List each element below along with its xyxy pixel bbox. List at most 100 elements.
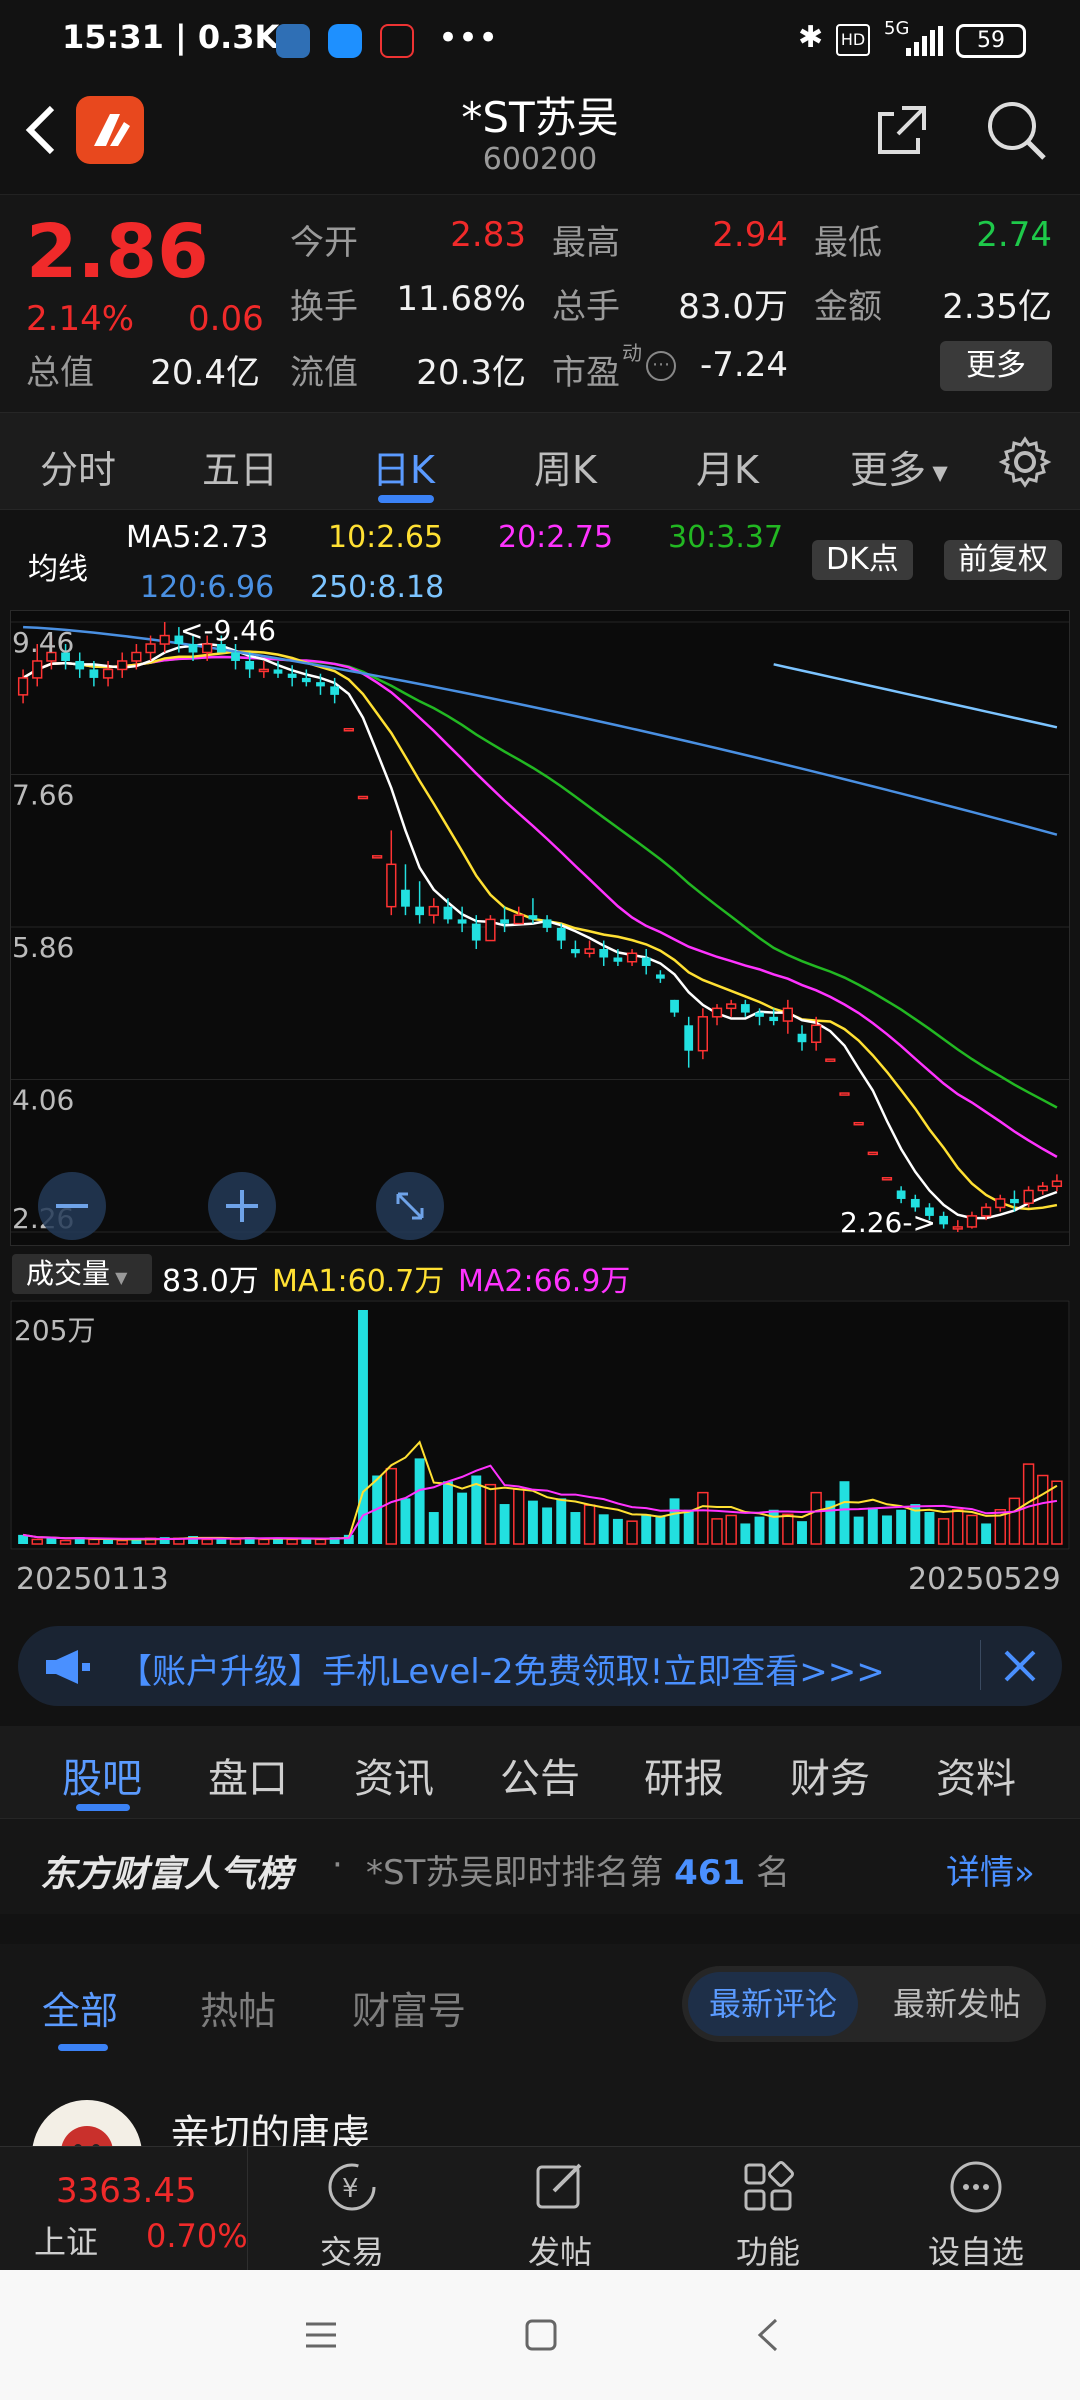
back-nav-icon[interactable] — [756, 2318, 780, 2356]
content-tabs: 股吧 盘口 资讯 公告 研报 财务 资料 — [0, 1726, 1080, 1818]
tab-guba[interactable]: 股吧 — [62, 1746, 142, 1804]
pe-label: 市盈 — [552, 353, 620, 393]
tab-announcements[interactable]: 公告 — [500, 1746, 580, 1804]
sort-latest-comment[interactable]: 最新评论 — [688, 1972, 858, 2036]
volume-bar — [414, 1458, 425, 1544]
total-value-label: 总值 — [26, 353, 94, 393]
candle-body — [528, 915, 538, 920]
candle-body — [584, 948, 595, 955]
tab-research[interactable]: 研报 — [644, 1746, 724, 1804]
candle-body — [966, 1215, 978, 1228]
low-value: 2.74 — [976, 215, 1052, 255]
turnover-value: 11.68% — [396, 279, 526, 319]
avatar[interactable] — [32, 2100, 142, 2146]
candle-body — [571, 949, 580, 954]
volume-label: 总手 — [552, 287, 620, 327]
tab-hot[interactable]: 热帖 — [200, 1980, 276, 2035]
y-tick-label: 4.06 — [12, 1084, 74, 1117]
tab-intraday[interactable]: 分时 — [40, 439, 116, 494]
promo-banner[interactable]: 【账户升级】手机Level-2免费领取!立即查看>>> — [18, 1626, 1062, 1706]
tab-finance[interactable]: 财务 — [790, 1746, 870, 1804]
tab-five-day[interactable]: 五日 — [202, 439, 278, 494]
tab-weekly-k[interactable]: 周K — [534, 439, 597, 494]
total-value: 20.4亿 — [150, 353, 260, 393]
status-bar: 15:31 | 0.3K/s ••• ✱ HD 5G 59 — [0, 0, 1080, 84]
signal-icon — [906, 26, 946, 60]
tab-orderbook[interactable]: 盘口 — [208, 1746, 288, 1804]
tab-more[interactable]: 更多 ▼ — [850, 439, 948, 494]
candle-body — [75, 660, 85, 670]
float-value: 20.3亿 — [416, 353, 526, 393]
volume-bar — [981, 1523, 992, 1544]
candle-body — [896, 1190, 906, 1199]
rank-number: 461 — [674, 1853, 746, 1893]
candle-body — [697, 1016, 709, 1052]
menu-icon[interactable] — [304, 2320, 338, 2354]
volume-chart[interactable]: 205万 — [10, 1300, 1070, 1550]
index-ticker[interactable]: 3363.45 上证 0.70% — [0, 2147, 248, 2271]
dropdown-icon: ▼ — [110, 1268, 128, 1287]
ma5-value: MA5:2.73 — [126, 520, 269, 555]
sort-latest-post[interactable]: 最新发帖 — [872, 1972, 1042, 2036]
candle-body — [428, 905, 439, 916]
post-author[interactable]: 亲切的唐虔 — [170, 2102, 370, 2146]
candle-body — [485, 918, 496, 942]
tab-daily-k[interactable]: 日K — [372, 439, 435, 494]
battery-level: 59 — [977, 28, 1005, 53]
price-adjust-button[interactable]: 前复权 — [944, 540, 1062, 580]
candle-body — [17, 677, 29, 696]
ma-label[interactable]: 均线 — [28, 544, 88, 588]
settings-icon[interactable] — [998, 435, 1052, 493]
nav-compose[interactable]: 发帖 — [460, 2147, 660, 2271]
status-time: 15:31 | 0.3K/s — [62, 18, 311, 56]
candle-body — [755, 1012, 764, 1017]
volume-bar — [683, 1509, 694, 1544]
amount-value: 2.35亿 — [942, 287, 1052, 327]
candle-body — [740, 1004, 750, 1013]
tab-news[interactable]: 资讯 — [354, 1746, 434, 1804]
ma-legend: 均线 MA5:2.73 10:2.65 20:2.75 30:3.37 120:… — [0, 510, 1080, 610]
post-item[interactable]: 亲切的唐虔 — [0, 2060, 1080, 2146]
dk-point-button[interactable]: DK点 — [812, 540, 913, 580]
low-annotation: 2.26-> — [840, 1206, 936, 1239]
volume-bar — [669, 1498, 680, 1544]
kline-chart[interactable]: 9.467.665.864.062.26 <-9.46 2.26-> — [10, 610, 1070, 1246]
close-icon[interactable] — [1002, 1648, 1038, 1688]
volume-bar — [428, 1512, 439, 1544]
volume-bar — [754, 1516, 765, 1544]
candle-body — [980, 1206, 992, 1217]
tab-monthly-k[interactable]: 月K — [696, 439, 759, 494]
home-icon[interactable] — [524, 2318, 558, 2356]
candle-body — [684, 1025, 694, 1051]
volume-bar — [598, 1514, 609, 1544]
zoom-out-button[interactable] — [38, 1172, 106, 1240]
tab-more-label: 更多 — [850, 448, 927, 492]
popularity-rank-bar[interactable]: 东方财富人气榜 · *ST苏吴即时排名第 461 名 详情» — [0, 1818, 1080, 1914]
turnover-label: 换手 — [290, 287, 358, 327]
info-icon[interactable]: ⋯ — [646, 351, 676, 381]
active-tab-indicator — [378, 495, 434, 503]
tab-profile[interactable]: 资料 — [936, 1746, 1016, 1804]
rank-detail-link[interactable]: 详情» — [946, 1845, 1035, 1894]
volume-bar — [400, 1498, 411, 1544]
volume-y-tick: 205万 — [14, 1314, 95, 1347]
volume-bar — [457, 1492, 468, 1544]
period-tabs: 分时 五日 日K 周K 月K 更多 ▼ — [0, 412, 1080, 510]
rank-separator: · — [332, 1845, 343, 1885]
search-icon[interactable] — [984, 98, 1048, 166]
fullscreen-button[interactable] — [376, 1172, 444, 1240]
indicator-selector[interactable]: 成交量 ▼ — [12, 1254, 152, 1294]
tab-all[interactable]: 全部 — [42, 1980, 118, 2035]
zoom-in-button[interactable] — [208, 1172, 276, 1240]
high-value: 2.94 — [712, 215, 788, 255]
volume-bar — [839, 1481, 850, 1544]
candle-body — [371, 855, 383, 859]
tab-wealth[interactable]: 财富号 — [352, 1980, 466, 2035]
share-icon[interactable] — [872, 100, 932, 164]
nav-add-watchlist[interactable]: 设自选 — [876, 2147, 1076, 2271]
nav-functions[interactable]: 功能 — [668, 2147, 868, 2271]
more-button[interactable]: 更多 — [940, 341, 1052, 391]
nav-trade[interactable]: ¥ 交易 — [252, 2147, 452, 2271]
candle-body — [867, 1151, 878, 1156]
indicator-label: 成交量 — [26, 1257, 111, 1290]
